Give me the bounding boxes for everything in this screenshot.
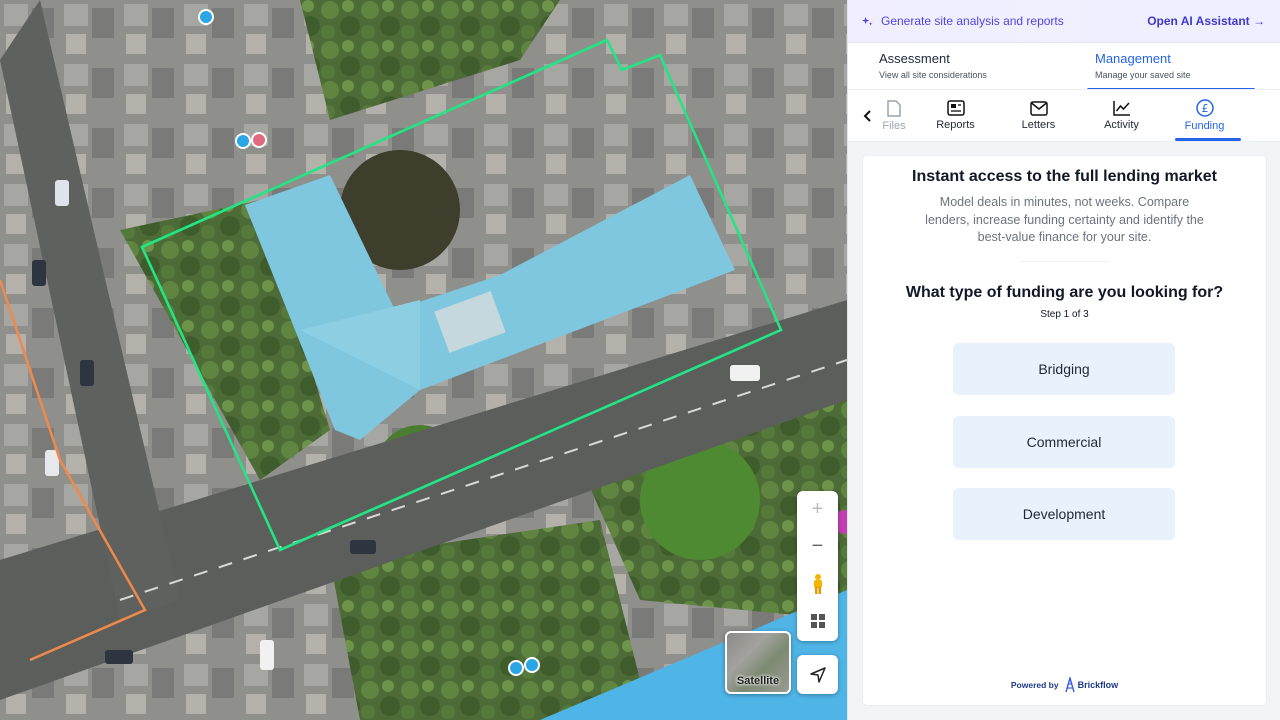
tab-management-title: Management (1095, 51, 1171, 66)
satellite-map[interactable]: + − Satellite (0, 0, 847, 720)
option-development-button[interactable]: Development (953, 488, 1175, 540)
map-zoom-controls: + − (797, 491, 838, 641)
tab-letters[interactable]: Letters (997, 90, 1080, 141)
tab-files[interactable]: Files (874, 90, 914, 141)
zoom-out-button[interactable]: − (797, 528, 838, 565)
mode-tabs: Assessment View all site considerations … (848, 43, 1280, 91)
tab-management-subtitle: Manage your saved site (1095, 70, 1191, 80)
powered-by: Powered by Brickflow (863, 677, 1266, 693)
tab-reports[interactable]: Reports (914, 90, 997, 141)
tab-activity[interactable]: Activity (1080, 90, 1163, 141)
funding-card: Instant access to the full lending marke… (863, 156, 1266, 705)
pegman-icon (813, 573, 822, 594)
svg-text:£: £ (1201, 102, 1208, 115)
map-imagery (0, 0, 847, 720)
chevron-left-icon (863, 110, 871, 122)
tab-files-label: Files (882, 119, 906, 132)
grid-icon (810, 613, 825, 628)
side-panel: Generate site analysis and reports Open … (847, 0, 1280, 720)
file-icon (887, 99, 901, 117)
funding-question: What type of funding are you looking for… (905, 284, 1224, 301)
ai-prompt-text: Generate site analysis and reports (881, 14, 1064, 28)
mail-icon (1029, 100, 1048, 116)
tab-management[interactable]: Management Manage your saved site (1064, 43, 1280, 91)
option-bridging-button[interactable]: Bridging (953, 343, 1175, 395)
navigation-arrow-icon (809, 666, 826, 683)
ai-assistant-bar: Generate site analysis and reports Open … (848, 0, 1280, 43)
step-indicator: Step 1 of 3 (1040, 309, 1089, 320)
tab-assessment[interactable]: Assessment View all site considerations (848, 43, 1064, 89)
satellite-toggle[interactable]: Satellite (725, 631, 791, 694)
satellite-label: Satellite (736, 675, 780, 687)
tab-funding[interactable]: £ Funding (1163, 90, 1246, 141)
tab-assessment-title: Assessment (879, 51, 950, 66)
brickflow-mark-icon (1064, 677, 1075, 693)
zoom-in-button[interactable]: + (797, 491, 838, 528)
funding-headline: Instant access to the full lending marke… (912, 168, 1217, 185)
open-ai-assistant-link[interactable]: Open AI Assistant → (1147, 14, 1265, 28)
tab-activity-label: Activity (1104, 119, 1139, 131)
option-commercial-button[interactable]: Commercial (953, 416, 1175, 468)
brickflow-logo[interactable]: Brickflow (1064, 677, 1119, 693)
tab-reports-label: Reports (936, 119, 975, 131)
divider (1020, 261, 1109, 262)
street-view-button[interactable] (797, 565, 838, 602)
brickflow-wordmark: Brickflow (1077, 680, 1119, 690)
tab-letters-label: Letters (1021, 118, 1056, 131)
tab-funding-label: Funding (1184, 120, 1225, 132)
funding-lead: Model deals in minutes, not weeks. Compa… (925, 195, 1204, 244)
chart-line-icon (1112, 101, 1130, 116)
tab-assessment-subtitle: View all site considerations (879, 70, 987, 80)
pound-icon: £ (1195, 99, 1214, 117)
newspaper-icon (946, 100, 965, 116)
powered-by-text: Powered by (1010, 680, 1059, 690)
app: + − Satellite Generate site analysis and… (0, 0, 1280, 720)
sparkle-icon (862, 16, 873, 26)
tool-tabs: Files Reports Letters Activity £ Funding (848, 89, 1280, 142)
layers-button[interactable] (797, 602, 838, 639)
ai-prompt[interactable]: Generate site analysis and reports (862, 14, 1064, 28)
locate-button[interactable] (797, 655, 838, 694)
scroll-back-button[interactable] (860, 107, 874, 125)
